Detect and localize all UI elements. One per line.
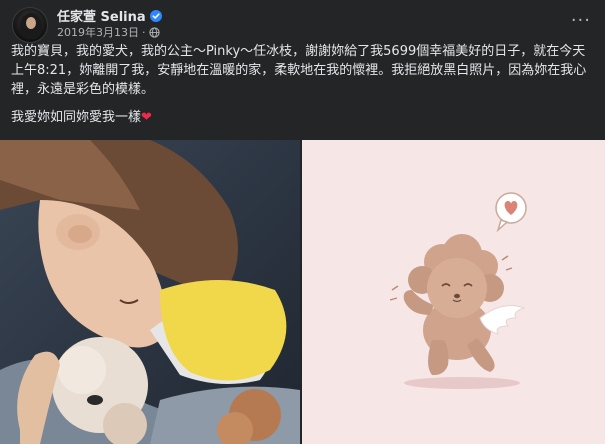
post-date[interactable]: 2019年3月13日 bbox=[57, 24, 139, 40]
author-name-row: 任家萱 Selina bbox=[57, 6, 162, 25]
photo-grid bbox=[0, 140, 605, 444]
post-header: 任家萱 Selina 2019年3月13日 · ··· bbox=[0, 0, 605, 43]
photo-woman-with-dog-illustration bbox=[0, 140, 300, 444]
post-text: 我的寶貝，我的愛犬，我的公主～Pinky～任冰枝，謝謝妳給了我5699個幸福美好… bbox=[11, 42, 596, 127]
post-paragraph-1: 我的寶貝，我的愛犬，我的公主～Pinky～任冰枝，謝謝妳給了我5699個幸福美好… bbox=[11, 44, 587, 97]
more-options-icon[interactable]: ··· bbox=[571, 10, 591, 31]
post-paragraph-2-text: 我愛妳如同妳愛我一樣 bbox=[11, 110, 142, 125]
globe-icon bbox=[148, 26, 160, 38]
angel-dog-drawing bbox=[302, 140, 605, 444]
heart-emoji-icon: ❤ bbox=[141, 110, 152, 125]
author-avatar[interactable] bbox=[12, 7, 48, 43]
verified-badge-icon bbox=[149, 9, 162, 22]
author-name[interactable]: 任家萱 Selina bbox=[57, 6, 146, 25]
photo-woman-with-dog[interactable] bbox=[0, 140, 300, 444]
post-paragraph-2: 我愛妳如同妳愛我一樣❤ bbox=[11, 108, 596, 127]
post-meta: 2019年3月13日 · bbox=[57, 24, 160, 40]
meta-separator: · bbox=[142, 25, 146, 39]
photo-angel-dog-illustration[interactable] bbox=[302, 140, 605, 444]
